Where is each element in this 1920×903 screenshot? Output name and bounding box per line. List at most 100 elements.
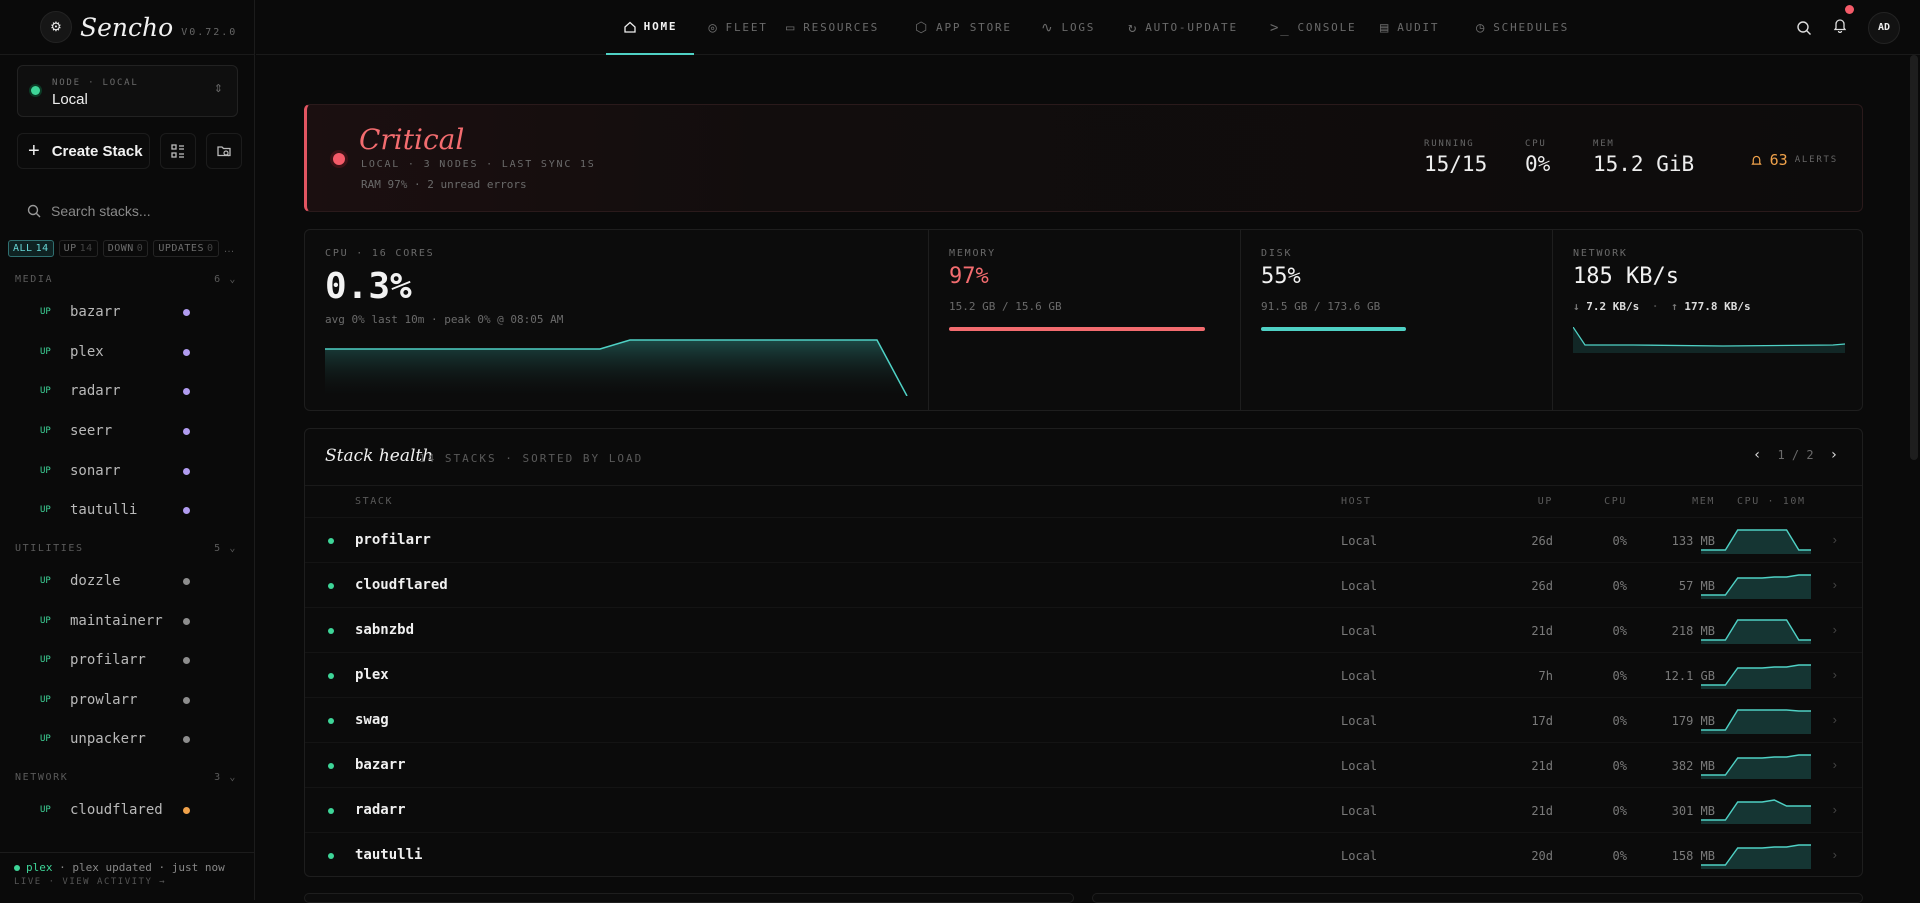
group-header-media[interactable]: MEDIA 6 ⌄	[15, 274, 237, 285]
sidebar-item-profilarr[interactable]: UP profilarr	[40, 649, 190, 671]
sidebar-item-seerr[interactable]: UP seerr	[40, 420, 190, 442]
sidebar-item-tautulli[interactable]: UP tautulli	[40, 499, 190, 521]
top-nav: HOME ◎ FLEET ▭ RESOURCES ⬡ APP STORE ∿ LOGS …	[256, 0, 1920, 55]
cpu-sparkline	[1701, 844, 1811, 869]
alerts-count: 63	[1769, 151, 1788, 169]
col-cpu[interactable]: CPU	[1577, 496, 1627, 507]
sidebar-item-plex[interactable]: UP plex	[40, 341, 190, 363]
nav-schedules[interactable]: ◷ SCHEDULES	[1476, 0, 1569, 55]
chevron-right-icon[interactable]: ›	[1833, 532, 1837, 547]
more-icon[interactable]: …	[224, 243, 235, 255]
status-dot	[328, 538, 334, 544]
nav-app-store[interactable]: ⬡ APP STORE	[915, 0, 1012, 55]
memory-card: MEMORY 97% 15.2 GB / 15.6 GB	[928, 230, 1240, 410]
nav-home[interactable]: HOME	[606, 0, 694, 55]
nav-fleet[interactable]: ◎ FLEET	[693, 0, 783, 55]
cpu-sparkline	[1701, 619, 1811, 644]
filter-down[interactable]: DOWN 0	[102, 240, 149, 257]
chevron-right-icon[interactable]: ›	[1833, 667, 1837, 682]
stack-uptime: 26d	[1531, 534, 1553, 548]
search-input[interactable]: Search stacks...	[51, 203, 151, 219]
activity-ticker[interactable]: plex · plex updated · just now LIVE · VI…	[0, 852, 255, 887]
table-row[interactable]: radarr Local 21d 0% 301 MB ›	[305, 787, 1862, 832]
search-icon[interactable]	[1796, 20, 1812, 36]
alerts-button[interactable]: 63 ALERTS	[1750, 151, 1838, 169]
chevron-right-icon[interactable]: ›	[1833, 802, 1837, 817]
chevron-right-icon[interactable]: ›	[1833, 847, 1837, 862]
nav-console[interactable]: >_ CONSOLE	[1270, 0, 1356, 55]
create-stack-button[interactable]: + Create Stack	[17, 133, 150, 169]
table-row[interactable]: tautulli Local 20d 0% 158 MB ›	[305, 832, 1862, 876]
sidebar-item-prowlarr[interactable]: UP prowlarr	[40, 689, 190, 711]
group-header-network[interactable]: NETWORK 3 ⌄	[15, 772, 237, 783]
cpu-sparkline	[325, 339, 908, 396]
col-mem[interactable]: MEM	[1645, 496, 1715, 507]
home-icon	[623, 21, 636, 33]
stack-host: Local	[1341, 759, 1378, 773]
stack-uptime: 20d	[1531, 849, 1553, 863]
cpu-card: CPU · 16 CORES 0.3% avg 0% last 10m · pe…	[305, 230, 928, 410]
chevron-right-icon[interactable]: ›	[1833, 757, 1837, 772]
stack-name: profilarr	[355, 532, 431, 548]
sidebar-item-dozzle[interactable]: UP dozzle	[40, 570, 190, 592]
sidebar-item-bazarr[interactable]: UP bazarr	[40, 301, 190, 323]
filter-updates[interactable]: UPDATES 0	[153, 240, 219, 257]
chevron-updown-icon: ⇕	[213, 83, 223, 95]
view-activity-link[interactable]: LIVE · VIEW ACTIVITY →	[14, 877, 255, 887]
sidebar-item-sonarr[interactable]: UP sonarr	[40, 460, 190, 482]
table-row[interactable]: swag Local 17d 0% 179 MB ›	[305, 697, 1862, 742]
status-dot	[183, 656, 190, 664]
sidebar-item-cloudflared[interactable]: UP cloudflared	[40, 799, 190, 821]
group-header-utilities[interactable]: UTILITIES 5 ⌄	[15, 543, 237, 554]
nav-auto-update[interactable]: ↻ AUTO-UPDATE	[1128, 0, 1238, 55]
stack-host: Local	[1341, 849, 1378, 863]
logo-icon: ⚙	[40, 11, 72, 43]
page-scrollbar[interactable]	[1910, 55, 1918, 460]
group-view-button[interactable]	[160, 133, 196, 169]
sidebar-item-radarr[interactable]: UP radarr	[40, 380, 190, 402]
table-row[interactable]: cloudflared Local 26d 0% 57 MB ›	[305, 562, 1862, 607]
cpu-value: 0.3%	[325, 266, 412, 307]
stack-health-title: Stack health	[325, 446, 434, 466]
table-row[interactable]: profilarr Local 26d 0% 133 MB ›	[305, 517, 1862, 562]
stack-host: Local	[1341, 624, 1378, 638]
table-row[interactable]: bazarr Local 21d 0% 382 MB ›	[305, 742, 1862, 787]
filter-all[interactable]: ALL 14	[8, 240, 54, 257]
bottom-card-right	[1092, 893, 1863, 903]
browse-folder-button[interactable]	[206, 133, 242, 169]
stack-health-subtitle: 14 STACKS · SORTED BY LOAD	[419, 452, 644, 465]
disk-value: 55%	[1261, 264, 1301, 289]
cpu-sparkline	[1701, 574, 1811, 599]
table-row[interactable]: sabnzbd Local 21d 0% 218 MB ›	[305, 607, 1862, 652]
notifications-button[interactable]	[1832, 5, 1854, 38]
sidebar: ⚙ Sencho V0.72.0 NODE · LOCAL Local ⇕ + …	[0, 0, 255, 900]
filter-up[interactable]: UP 14	[58, 240, 98, 257]
status-dot	[183, 806, 190, 814]
logs-icon: ∿	[1041, 19, 1055, 36]
col-host[interactable]: HOST	[1341, 496, 1371, 507]
stack-uptime: 21d	[1531, 624, 1553, 638]
nav-logs[interactable]: ∿ LOGS	[1041, 0, 1095, 55]
stack-search[interactable]: Search stacks...	[17, 195, 238, 227]
stack-cpu: 0%	[1612, 579, 1627, 593]
search-icon	[27, 204, 41, 218]
chevron-right-icon[interactable]: ›	[1833, 712, 1837, 727]
brand[interactable]: ⚙ Sencho V0.72.0	[0, 0, 254, 55]
col-up[interactable]: UP	[1513, 496, 1553, 507]
nav-audit[interactable]: ▤ AUDIT	[1380, 0, 1439, 55]
sidebar-item-maintainerr[interactable]: UP maintainerr	[40, 610, 190, 632]
status-dot	[328, 853, 334, 859]
sidebar-item-unpackerr[interactable]: UP unpackerr	[40, 728, 190, 750]
avatar[interactable]: AD	[1868, 11, 1900, 44]
table-row[interactable]: plex Local 7h 0% 12.1 GB ›	[305, 652, 1862, 697]
next-page-button[interactable]: ›	[1830, 447, 1838, 463]
app-store-icon: ⬡	[915, 19, 930, 36]
chevron-right-icon[interactable]: ›	[1833, 622, 1837, 637]
create-stack-label: Create Stack	[51, 142, 143, 160]
nav-resources[interactable]: ▭ RESOURCES	[786, 0, 879, 55]
chevron-right-icon[interactable]: ›	[1833, 577, 1837, 592]
prev-page-button[interactable]: ‹	[1753, 447, 1761, 463]
node-selector[interactable]: NODE · LOCAL Local ⇕	[17, 65, 238, 117]
col-stack[interactable]: STACK	[355, 496, 393, 507]
status-dot	[328, 583, 334, 589]
